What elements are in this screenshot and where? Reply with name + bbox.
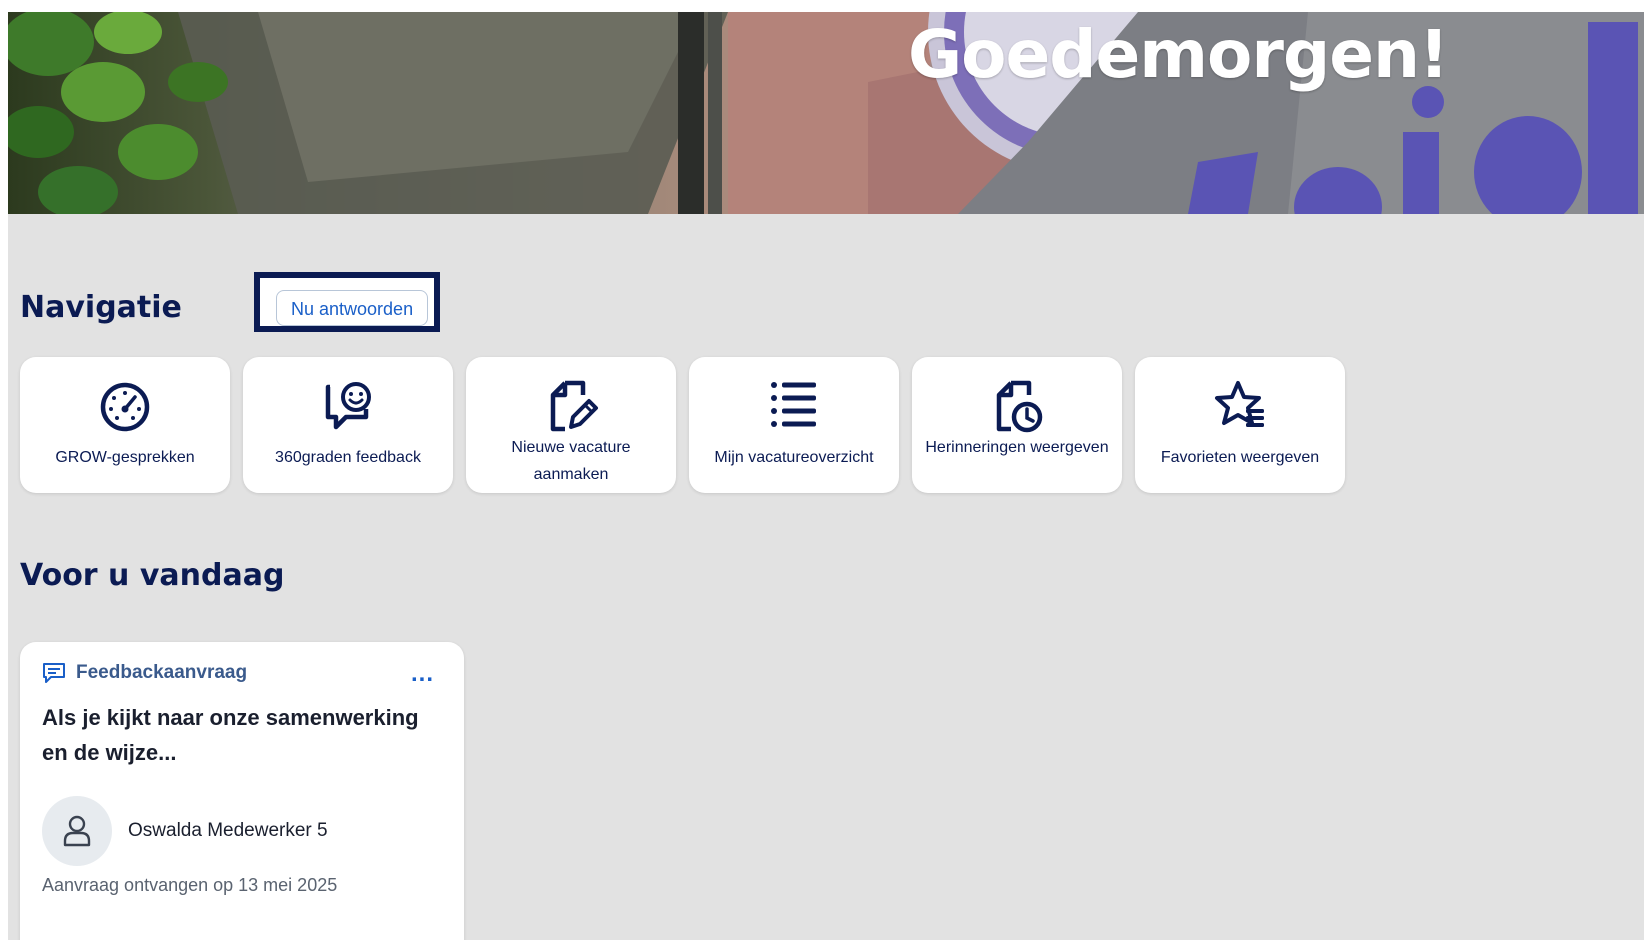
feedback-chat-icon — [325, 382, 371, 430]
comment-icon — [43, 663, 65, 683]
page: Goedemorgen! Navigatie GROW-gesprekken 3… — [8, 12, 1644, 940]
card-title: Als je kijkt naar onze samenwerking en d… — [42, 705, 419, 765]
more-options-button[interactable]: ... — [411, 662, 434, 686]
avatar — [42, 796, 112, 866]
hero-banner: Goedemorgen! — [8, 12, 1644, 214]
tile-mijn-vacatureoverzicht[interactable]: Mijn vacatureoverzicht — [689, 357, 899, 493]
greeting-title: Goedemorgen! — [908, 16, 1449, 93]
tile-label: Favorieten weergeven — [1160, 449, 1320, 466]
list-icon — [771, 382, 816, 427]
star-list-icon — [1215, 381, 1264, 427]
tile-herinneringen[interactable]: Herinneringen weergeven — [912, 357, 1122, 493]
tile-favorieten[interactable]: Favorieten weergeven — [1135, 357, 1345, 493]
today-heading: Voor u vandaag — [20, 558, 285, 593]
card-header: Feedbackaanvraag — [42, 662, 247, 684]
document-edit-icon — [550, 380, 598, 432]
tile-label: Mijn vacatureoverzicht — [714, 449, 874, 466]
answer-now-button[interactable]: Nu antwoorden — [276, 290, 429, 326]
tile-nieuwe-vacature[interactable]: Nieuwe vacature aanmaken — [466, 357, 676, 493]
tile-label: Nieuwe vacature aanmaken — [511, 439, 631, 483]
tile-label: 360graden feedback — [275, 449, 421, 466]
tile-label: GROW-gesprekken — [55, 449, 195, 466]
received-date: Aanvraag ontvangen op 13 mei 2025 — [42, 875, 338, 895]
navigation-heading: Navigatie — [20, 290, 182, 325]
tile-grow-gesprekken[interactable]: GROW-gesprekken — [20, 357, 230, 493]
feedback-request-card[interactable]: Feedbackaanvraag ... Als je kijkt naar o… — [20, 642, 464, 940]
document-clock-icon — [996, 380, 1043, 433]
card-type-label: Feedbackaanvraag — [76, 662, 248, 683]
speedometer-icon — [100, 382, 150, 432]
person-name: Oswalda Medewerker 5 — [128, 820, 328, 841]
person-icon — [63, 815, 91, 847]
tile-360-feedback[interactable]: 360graden feedback — [243, 357, 453, 493]
tile-label: Herinneringen weergeven — [925, 439, 1109, 456]
